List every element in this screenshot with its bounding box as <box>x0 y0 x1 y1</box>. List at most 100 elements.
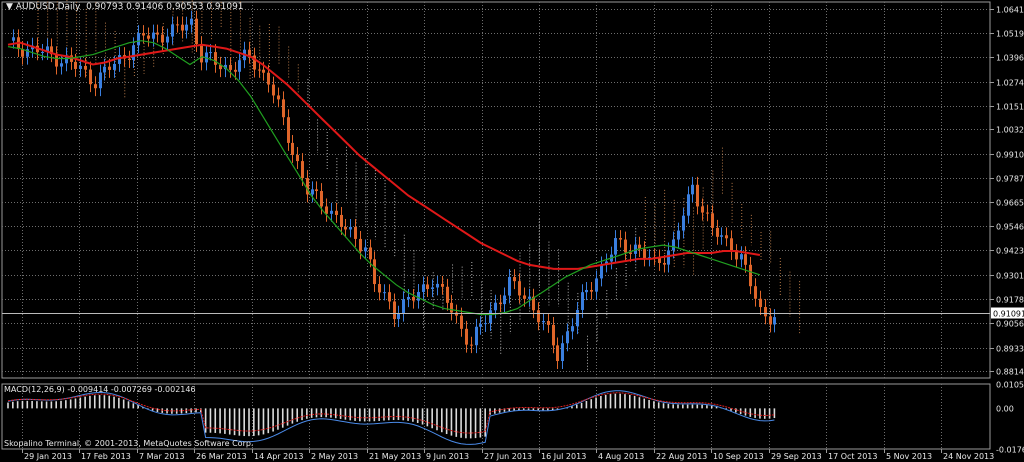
histogram-bar <box>436 408 438 431</box>
candle-body <box>725 235 728 239</box>
candle-body <box>489 310 492 324</box>
histogram-bar <box>387 408 390 421</box>
candle-body <box>41 51 44 53</box>
histogram-bar <box>40 401 43 409</box>
histogram-bar <box>26 400 29 409</box>
histogram-bar <box>701 404 703 409</box>
candle-body <box>383 292 386 294</box>
dropdown-triangle-icon[interactable]: ▼ <box>6 2 13 12</box>
histogram-bar <box>16 401 19 409</box>
candle-body <box>465 328 468 345</box>
histogram-bar <box>595 397 597 409</box>
candle-body <box>234 69 237 72</box>
candle-body <box>571 326 574 332</box>
histogram-bar <box>79 397 82 409</box>
histogram-bar <box>50 401 53 409</box>
histogram-bar <box>672 404 674 409</box>
candle-body <box>94 84 97 89</box>
candle-body <box>393 301 396 320</box>
candle-body <box>682 215 685 231</box>
candle-body <box>118 55 121 64</box>
candle-body <box>479 324 482 327</box>
candle-body <box>556 345 559 362</box>
candle-body <box>624 239 627 253</box>
histogram-bar <box>291 408 294 424</box>
histogram-bar <box>638 397 641 409</box>
candle-body <box>740 254 743 260</box>
candle-body <box>441 283 444 287</box>
histogram-bar <box>474 408 477 439</box>
candle-body <box>576 309 579 327</box>
candle-body <box>359 238 362 252</box>
date-tick-label: 27 Jun 2013 <box>484 452 532 461</box>
price-tick-label: 0.89335 <box>996 345 1024 354</box>
candle-body <box>364 247 367 252</box>
candle-body <box>238 60 241 72</box>
candle-body <box>195 18 198 45</box>
date-tick-label: 5 Nov 2013 <box>886 452 932 461</box>
price-tick-label: 0.94235 <box>996 247 1024 256</box>
candle-body <box>74 61 77 69</box>
histogram-bar <box>137 405 139 409</box>
date-tick-label: 22 Aug 2013 <box>656 452 707 461</box>
histogram-bar <box>441 408 443 433</box>
histogram-bar <box>619 393 621 409</box>
histogram-bar <box>363 408 366 422</box>
histogram-bar <box>542 408 544 411</box>
candle-body <box>643 249 646 259</box>
histogram-bar <box>349 408 352 421</box>
candle-body <box>619 238 622 240</box>
candle-body <box>595 278 598 292</box>
macd-title: MACD(12,26,9) -0.009414 -0.007269 -0.002… <box>4 385 196 394</box>
candle-body <box>629 252 632 254</box>
candle-body <box>436 283 439 288</box>
histogram-bar <box>306 408 308 419</box>
histogram-bar <box>537 408 540 411</box>
candle-body <box>55 54 58 67</box>
candle-body <box>764 307 767 317</box>
histogram-bar <box>686 404 689 409</box>
histogram-bar <box>122 399 125 409</box>
candle-body <box>248 49 251 56</box>
histogram-bar <box>547 408 549 411</box>
histogram-bar <box>407 408 409 421</box>
histogram-bar <box>691 404 694 409</box>
plot-frame <box>1 1 991 379</box>
candle-body <box>667 250 670 265</box>
candle-body <box>701 206 704 213</box>
histogram-bar <box>359 408 361 422</box>
copyright-text: Skopalino Terminal, © 2001-2013, MetaQuo… <box>4 439 254 448</box>
histogram-bar <box>522 408 525 410</box>
candle-body <box>156 32 159 35</box>
price-panel: 1.06415 1.05190 1.03965 1.02740 1.01515 1.003… <box>0 0 1024 381</box>
candle-body <box>79 65 82 69</box>
candle-body <box>407 296 410 300</box>
candle-body <box>402 299 405 314</box>
candle-body <box>340 214 343 227</box>
macd-tick-label: -0.017650 <box>996 446 1024 455</box>
candles <box>12 10 776 369</box>
candle-body <box>296 154 299 162</box>
macd-values: -0.009414 -0.007269 -0.002146 <box>67 385 196 394</box>
candle-body <box>412 296 415 301</box>
candle-body <box>513 277 516 282</box>
histogram-bar <box>648 399 650 409</box>
histogram-bar <box>518 408 520 411</box>
candle-body <box>181 24 184 31</box>
candle-body <box>378 284 381 293</box>
histogram-bar <box>89 395 91 409</box>
histogram-bar <box>677 404 679 409</box>
histogram-bar <box>759 408 761 419</box>
candle-body <box>773 317 776 325</box>
candle-body <box>369 247 372 260</box>
price-tick-label: 0.91785 <box>996 296 1024 305</box>
candle-body <box>152 32 155 39</box>
histogram-bar <box>113 396 115 409</box>
candle-body <box>200 44 203 63</box>
candle-body <box>542 321 545 323</box>
histogram-bar <box>45 401 48 409</box>
histogram-bar <box>768 408 771 419</box>
ma-green-line <box>7 40 761 316</box>
candle-body <box>585 289 588 293</box>
histogram-bar <box>233 408 236 436</box>
